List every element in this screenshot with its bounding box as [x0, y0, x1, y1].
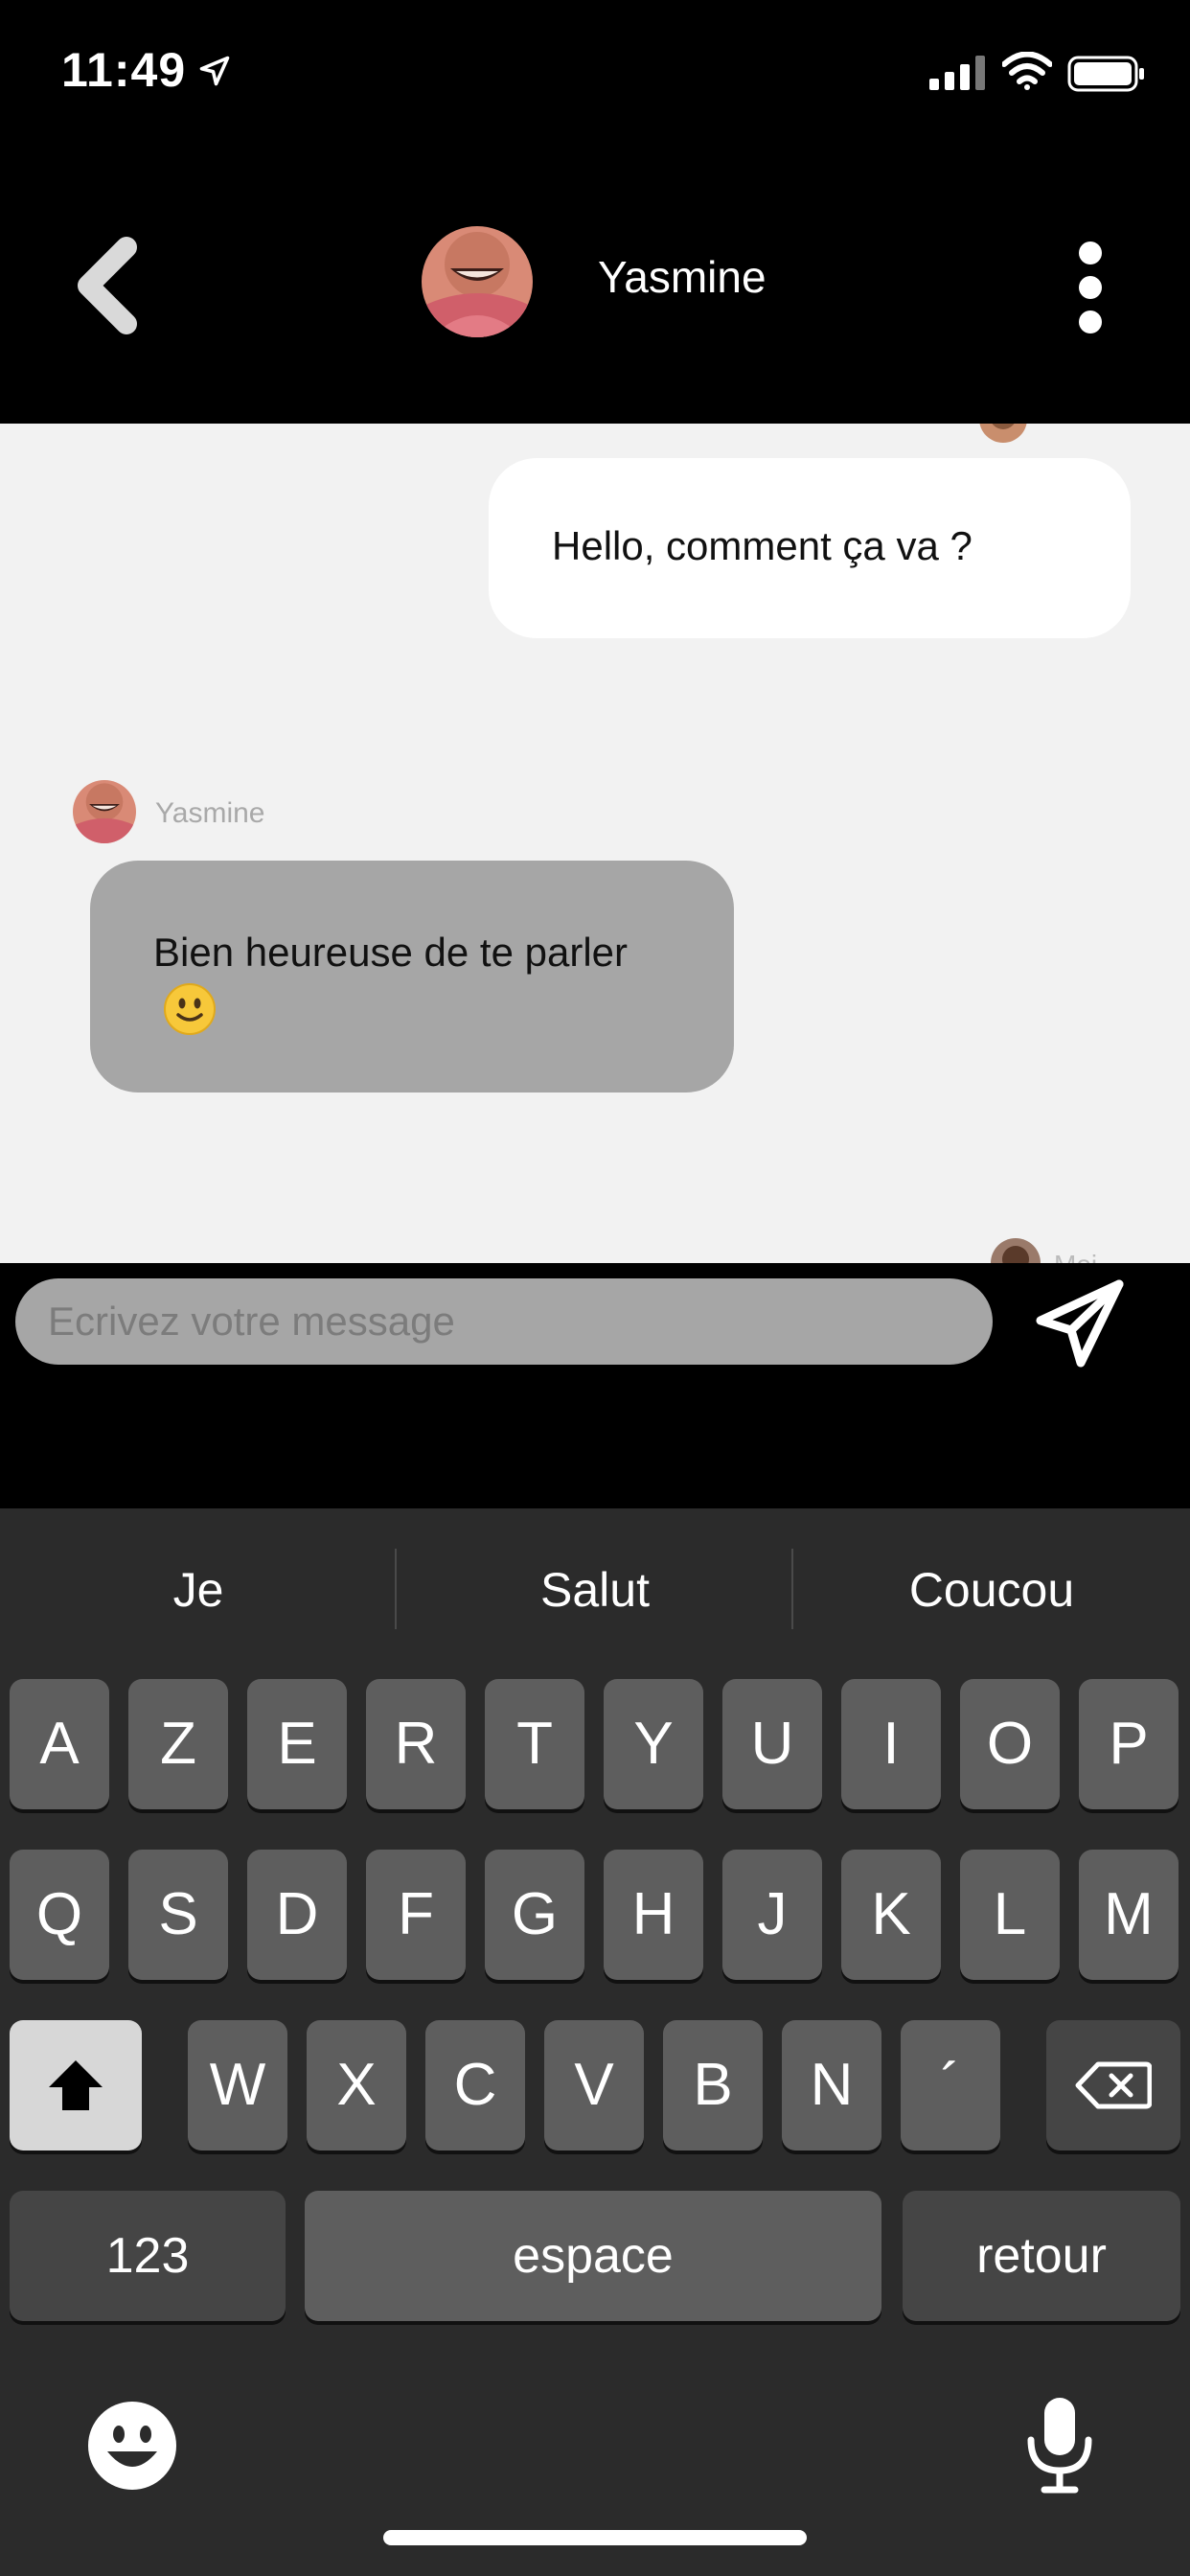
- paper-plane-icon: [1036, 1279, 1124, 1368]
- backspace-icon: [1075, 2061, 1152, 2109]
- battery-icon: [1067, 56, 1144, 92]
- shift-arrow-icon: [49, 2060, 103, 2110]
- status-time: 11:49: [61, 43, 187, 97]
- key-f[interactable]: F: [366, 1850, 466, 1980]
- key-c[interactable]: C: [425, 2020, 525, 2150]
- slightly-smiling-face-icon: [164, 982, 216, 1035]
- avatar: [979, 424, 1027, 443]
- suggestion-bar: Je Salut Coucou: [0, 1508, 1190, 1633]
- key-x[interactable]: X: [307, 2020, 406, 2150]
- wifi-icon: [1002, 52, 1052, 90]
- sender-name: Moi: [1054, 1250, 1097, 1263]
- more-vertical-icon: [1079, 242, 1102, 334]
- key-o[interactable]: O: [960, 1679, 1060, 1809]
- space-key[interactable]: espace: [305, 2191, 881, 2321]
- key-m[interactable]: M: [1079, 1850, 1179, 1980]
- message-text: Hello, comment ça va ?: [552, 523, 973, 568]
- key-l[interactable]: L: [960, 1850, 1060, 1980]
- message-list[interactable]: Hello, comment ça va ? Yasmine Bien heur…: [0, 424, 1190, 1263]
- home-indicator[interactable]: [383, 2530, 807, 2545]
- key-z[interactable]: Z: [128, 1679, 228, 1809]
- outgoing-message-bubble[interactable]: Hello, comment ça va ?: [489, 458, 1131, 638]
- key-h[interactable]: H: [604, 1850, 703, 1980]
- location-arrow-icon: [199, 56, 230, 86]
- incoming-message-bubble[interactable]: Bien heureuse de te parler: [90, 861, 734, 1092]
- key-b[interactable]: B: [663, 2020, 763, 2150]
- key-u[interactable]: U: [722, 1679, 822, 1809]
- status-bar: 11:49: [0, 0, 1190, 144]
- keyboard: Je Salut Coucou A Z E R T Y U I O P Q S …: [0, 1508, 1190, 2576]
- chevron-left-icon: [78, 237, 137, 334]
- key-r[interactable]: R: [366, 1679, 466, 1809]
- numbers-key[interactable]: 123: [10, 2191, 286, 2321]
- contact-name[interactable]: Yasmine: [598, 251, 767, 303]
- delete-key[interactable]: [1046, 2020, 1180, 2150]
- return-key[interactable]: retour: [903, 2191, 1180, 2321]
- key-w[interactable]: W: [188, 2020, 287, 2150]
- avatar: [991, 1238, 1041, 1263]
- key-p[interactable]: P: [1079, 1679, 1179, 1809]
- send-button[interactable]: [1033, 1276, 1129, 1372]
- message-text: Bien heureuse de te parler: [153, 926, 652, 1036]
- key-k[interactable]: K: [841, 1850, 941, 1980]
- dictation-key[interactable]: [1021, 2394, 1098, 2496]
- key-q[interactable]: Q: [10, 1850, 109, 1980]
- back-button[interactable]: [67, 228, 153, 343]
- key-a[interactable]: A: [10, 1679, 109, 1809]
- key-t[interactable]: T: [485, 1679, 584, 1809]
- suggestion-3[interactable]: Coucou: [793, 1508, 1190, 1633]
- key-d[interactable]: D: [247, 1850, 347, 1980]
- sender-avatar: [73, 780, 136, 843]
- key-accent[interactable]: ´: [901, 2020, 1000, 2150]
- chat-header: Yasmine: [0, 144, 1190, 424]
- key-e[interactable]: E: [247, 1679, 347, 1809]
- key-y[interactable]: Y: [604, 1679, 703, 1809]
- key-j[interactable]: J: [722, 1850, 822, 1980]
- suggestion-1[interactable]: Je: [0, 1508, 397, 1633]
- message-text-content: Bien heureuse de te parler: [153, 930, 628, 975]
- contact-avatar[interactable]: [422, 226, 533, 337]
- key-n[interactable]: N: [782, 2020, 881, 2150]
- key-i[interactable]: I: [841, 1679, 941, 1809]
- cellular-signal-icon: [929, 56, 985, 90]
- message-composer: [0, 1263, 1190, 1508]
- microphone-icon: [1027, 2398, 1092, 2494]
- key-v[interactable]: V: [544, 2020, 644, 2150]
- more-options-button[interactable]: [1064, 240, 1117, 335]
- suggestion-2[interactable]: Salut: [397, 1508, 793, 1633]
- emoji-icon: [88, 2402, 176, 2490]
- key-s[interactable]: S: [128, 1850, 228, 1980]
- emoji-key[interactable]: [86, 2400, 178, 2492]
- key-g[interactable]: G: [485, 1850, 584, 1980]
- message-input[interactable]: [15, 1278, 993, 1365]
- sender-name: Yasmine: [155, 797, 265, 829]
- shift-key[interactable]: [10, 2020, 142, 2150]
